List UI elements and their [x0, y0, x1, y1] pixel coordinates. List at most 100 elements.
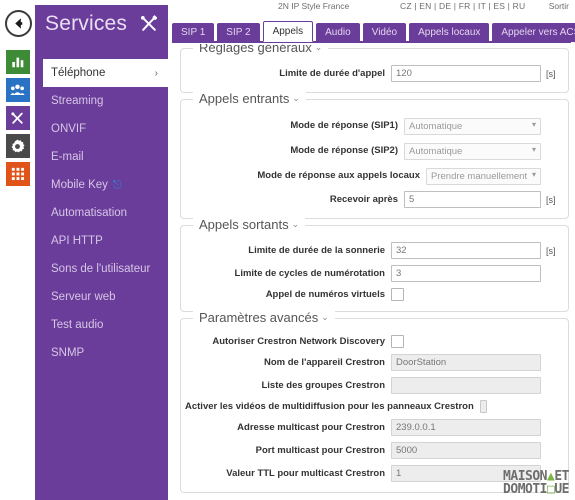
row-crestron-discovery: Autoriser Crestron Network Discovery: [185, 335, 564, 348]
crestron-discovery-checkbox[interactable]: [391, 335, 404, 348]
unit-seconds: [s]: [546, 245, 556, 256]
sidebar-item-telephone[interactable]: Téléphone ›: [43, 59, 168, 87]
section-general-settings: Réglages généraux ⌄ Limite de durée d'app…: [180, 44, 569, 93]
lang-cz[interactable]: CZ: [400, 1, 412, 11]
section-title-text: Paramètres avancés: [199, 310, 319, 325]
sidebar-item-streaming[interactable]: Streaming: [35, 87, 168, 115]
crestron-multicast-port-input[interactable]: [391, 442, 541, 459]
lang-en[interactable]: EN: [419, 1, 431, 11]
language-switcher[interactable]: CZ | EN | DE | FR | IT | ES | RU: [400, 1, 525, 11]
receive-after-input[interactable]: [404, 191, 541, 208]
tab-sip-2[interactable]: SIP 2: [217, 23, 260, 42]
back-button[interactable]: [5, 10, 32, 37]
row-answer-mode-sip1: Mode de réponse (SIP1) Automatique ▾: [185, 116, 564, 135]
ring-duration-limit-input[interactable]: [391, 242, 541, 259]
answer-mode-local-select[interactable]: Prendre manuellement: [426, 168, 541, 185]
sidebar-item-api-http[interactable]: API HTTP: [35, 227, 168, 255]
row-dial-cycles-limit: Limite de cycles de numérotation: [185, 265, 564, 282]
section-advanced-settings: Paramètres avancés ⌄ Autoriser Crestron N…: [180, 310, 569, 493]
sidebar-item-label: API HTTP: [51, 235, 103, 247]
crestron-multicast-address-input[interactable]: [391, 419, 541, 436]
label-dial-cycles-limit: Limite de cycles de numérotation: [234, 268, 385, 279]
sidebar-item-mobile-key[interactable]: Mobile Key ⎋: [35, 171, 168, 199]
back-arrow-icon: [15, 18, 23, 29]
chevron-down-icon: ⌄: [314, 44, 323, 52]
lang-it[interactable]: IT: [478, 1, 486, 11]
sidebar-item-label: Téléphone: [51, 67, 106, 79]
tools-icon: [139, 14, 159, 34]
label-crestron-multicast-ttl: Valeur TTL pour multicast Crestron: [226, 468, 385, 479]
tab-appels[interactable]: Appels: [262, 21, 314, 42]
label-answer-mode-local: Mode de réponse aux appels locaux: [257, 170, 420, 181]
section-outgoing-calls: Appels sortants ⌄ Limite de durée de la s…: [180, 217, 569, 312]
section-title-advanced[interactable]: Paramètres avancés ⌄: [193, 310, 335, 325]
label-crestron-multicast-port: Port multicast pour Crestron: [255, 445, 385, 456]
tab-sip-1[interactable]: SIP 1: [172, 23, 215, 42]
sidebar-item-audio-test[interactable]: Test audio: [35, 311, 168, 339]
services-icon[interactable]: [5, 106, 30, 130]
chevron-down-icon: ⌄: [291, 219, 300, 229]
sidebar-item-email[interactable]: E-mail: [35, 143, 168, 171]
sidebar-item-web-server[interactable]: Serveur web: [35, 283, 168, 311]
sidebar-item-label: Test audio: [51, 319, 104, 331]
section-title-text: Réglages généraux: [199, 44, 312, 55]
lang-de[interactable]: DE: [439, 1, 451, 11]
sidebar-item-label: ONVIF: [51, 123, 87, 135]
answer-mode-sip2-wrapper: Automatique ▾: [404, 141, 541, 160]
label-crestron-discovery: Autoriser Crestron Network Discovery: [212, 336, 385, 347]
row-ring-duration-limit: Limite de durée de la sonnerie [s]: [185, 242, 564, 259]
lang-es[interactable]: ES: [493, 1, 505, 11]
crestron-multicast-video-checkbox[interactable]: [479, 400, 487, 413]
system-icon[interactable]: [5, 162, 30, 186]
unit-seconds: [s]: [546, 194, 556, 205]
section-title-incoming[interactable]: Appels entrants ⌄: [193, 91, 306, 106]
row-call-duration-limit: Limite de durée d'appel [s]: [185, 65, 564, 82]
crestron-multicast-ttl-input[interactable]: [391, 465, 541, 482]
answer-mode-sip2-select[interactable]: Automatique: [404, 143, 541, 160]
settings-content: Réglages généraux ⌄ Limite de durée d'app…: [172, 44, 575, 500]
sidebar-item-label: SNMP: [51, 347, 85, 359]
directory-icon[interactable]: [5, 78, 30, 102]
lang-fr[interactable]: FR: [459, 1, 471, 11]
row-crestron-multicast-address: Adresse multicast pour Crestron: [185, 419, 564, 436]
tab-appeler-vers-acs[interactable]: Appeler vers ACS: [492, 23, 575, 42]
tab-video[interactable]: Vidéo: [362, 23, 407, 42]
dial-cycles-limit-input[interactable]: [391, 265, 541, 282]
tools-icon: [11, 111, 23, 124]
label-virtual-numbers-call: Appel de numéros virtuels: [265, 289, 385, 300]
virtual-numbers-call-checkbox[interactable]: [391, 288, 404, 301]
page-header: Services: [35, 5, 168, 42]
label-ring-duration-limit: Limite de durée de la sonnerie: [248, 245, 385, 256]
status-dashboard-icon[interactable]: [5, 50, 30, 74]
tab-appels-locaux[interactable]: Appels locaux: [409, 23, 490, 42]
row-crestron-multicast-ttl: Valeur TTL pour multicast Crestron: [185, 465, 564, 482]
row-crestron-group-list: Liste des groupes Crestron: [185, 377, 564, 394]
row-crestron-device-name: Nom de l'appareil Crestron: [185, 354, 564, 371]
logout-link[interactable]: Sortir: [549, 1, 569, 11]
app-root: 2N IP Style France CZ | EN | DE | FR | I…: [0, 0, 575, 500]
sidebar-item-label: Mobile Key: [51, 179, 108, 191]
row-answer-mode-sip2: Mode de réponse (SIP2) Automatique ▾: [185, 141, 564, 160]
tab-strip: SIP 1 SIP 2 Appels Audio Vidéo Appels lo…: [172, 16, 575, 42]
answer-mode-sip1-select[interactable]: Automatique: [404, 118, 541, 135]
sidebar-item-user-sounds[interactable]: Sons de l'utilisateur: [35, 255, 168, 283]
label-receive-after: Recevoir après: [329, 194, 398, 205]
crestron-group-list-input[interactable]: [391, 377, 541, 394]
section-title-general[interactable]: Réglages généraux ⌄: [193, 44, 329, 55]
crestron-device-name-input[interactable]: [391, 354, 541, 371]
sidebar-item-automatisation[interactable]: Automatisation: [35, 199, 168, 227]
tab-audio[interactable]: Audio: [316, 23, 360, 42]
label-crestron-device-name: Nom de l'appareil Crestron: [263, 357, 385, 368]
chevron-right-icon: ›: [154, 67, 158, 79]
section-title-text: Appels sortants: [199, 217, 289, 232]
answer-mode-local-wrapper: Prendre manuellement ▾: [426, 166, 541, 185]
label-call-duration-limit: Limite de durée d'appel: [279, 68, 385, 79]
sidebar-item-onvif[interactable]: ONVIF: [35, 115, 168, 143]
sidebar-item-snmp[interactable]: SNMP: [35, 339, 168, 367]
lang-ru[interactable]: RU: [513, 1, 526, 11]
sidebar-item-label: E-mail: [51, 151, 84, 163]
call-duration-limit-input[interactable]: [391, 65, 541, 82]
sidebar-item-label: Sons de l'utilisateur: [51, 263, 151, 275]
hardware-icon[interactable]: [5, 134, 30, 158]
section-title-outgoing[interactable]: Appels sortants ⌄: [193, 217, 306, 232]
